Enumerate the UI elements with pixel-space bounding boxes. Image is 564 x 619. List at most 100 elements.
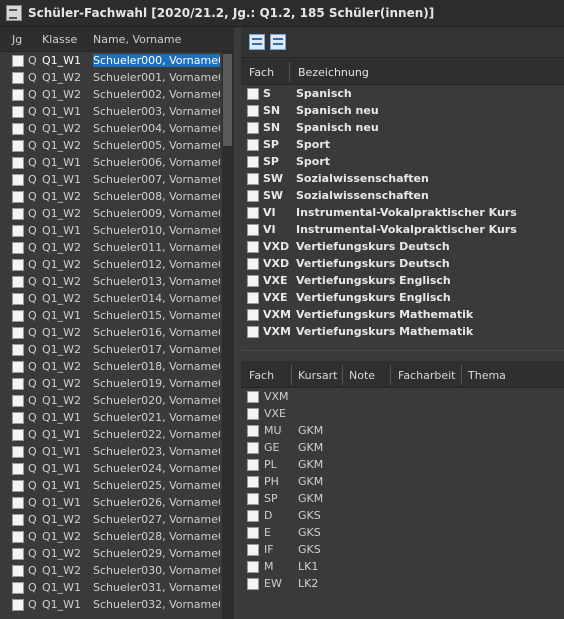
subject-checkbox[interactable] — [247, 207, 259, 219]
course-row[interactable]: MU GKM — [241, 422, 564, 439]
student-checkbox[interactable] — [12, 140, 24, 152]
course-checkbox[interactable] — [247, 544, 259, 556]
student-checkbox[interactable] — [12, 344, 24, 356]
student-row[interactable]: Q Q1_W2 Schueler004, Vorname004 — [0, 120, 233, 137]
student-row[interactable]: Q Q1_W2 Schueler028, Vorname028 — [0, 528, 233, 545]
subject-checkbox[interactable] — [247, 258, 259, 270]
student-checkbox[interactable] — [12, 208, 24, 220]
subject-row[interactable]: VXM Vertiefungskurs Mathematik — [241, 323, 564, 340]
student-checkbox[interactable] — [12, 463, 24, 475]
subject-checkbox[interactable] — [247, 88, 259, 100]
student-checkbox[interactable] — [12, 548, 24, 560]
subject-row[interactable]: VXE Vertiefungskurs Englisch — [241, 272, 564, 289]
subject-row[interactable]: VXD Vertiefungskurs Deutsch — [241, 238, 564, 255]
course-checkbox[interactable] — [247, 561, 259, 573]
student-checkbox[interactable] — [12, 327, 24, 339]
student-checkbox[interactable] — [12, 565, 24, 577]
student-row[interactable]: Q Q1_W2 Schueler027, Vorname027 — [0, 511, 233, 528]
subject-checkbox[interactable] — [247, 173, 259, 185]
student-row[interactable]: Q Q1_W1 Schueler003, Vorname003 — [0, 103, 233, 120]
grid-view-icon[interactable] — [249, 34, 265, 50]
subject-row[interactable]: VXM Vertiefungskurs Mathematik — [241, 306, 564, 323]
list-view-icon[interactable] — [270, 34, 286, 50]
course-checkbox[interactable] — [247, 442, 259, 454]
course-checkbox[interactable] — [247, 408, 259, 420]
subject-row[interactable]: S Spanisch — [241, 85, 564, 102]
course-checkbox[interactable] — [247, 493, 259, 505]
student-row[interactable]: Q Q1_W2 Schueler012, Vorname012 — [0, 256, 233, 273]
student-row[interactable]: Q Q1_W2 Schueler001, Vorname001 — [0, 69, 233, 86]
course-row[interactable]: D GKS — [241, 507, 564, 524]
subject-row[interactable]: VI Instrumental-Vokalpraktischer Kurs — [241, 204, 564, 221]
subject-row[interactable]: SN Spanisch neu — [241, 102, 564, 119]
student-row[interactable]: Q Q1_W1 Schueler024, Vorname024 — [0, 460, 233, 477]
subject-row[interactable]: SP Sport — [241, 136, 564, 153]
student-checkbox[interactable] — [12, 497, 24, 509]
student-row[interactable]: Q Q1_W1 Schueler021, Vorname021 — [0, 409, 233, 426]
column-header-thema[interactable]: Thema — [468, 369, 506, 382]
course-row[interactable]: PL GKM — [241, 456, 564, 473]
student-row[interactable]: Q Q1_W1 Schueler031, Vorname031 — [0, 579, 233, 596]
student-checkbox[interactable] — [12, 429, 24, 441]
student-checkbox[interactable] — [12, 361, 24, 373]
column-header-facharbeit[interactable]: Facharbeit — [398, 369, 455, 382]
subject-row[interactable]: SN Spanisch neu — [241, 119, 564, 136]
student-row[interactable]: Q Q1_W2 Schueler020, Vorname020 — [0, 392, 233, 409]
student-checkbox[interactable] — [12, 514, 24, 526]
student-row[interactable]: Q Q1_W2 Schueler013, Vorname013 — [0, 273, 233, 290]
column-header-bezeichnung[interactable]: Bezeichnung — [298, 66, 369, 79]
student-row[interactable]: Q Q1_W1 Schueler032, Vorname032 — [0, 596, 233, 613]
course-checkbox[interactable] — [247, 459, 259, 471]
subject-row[interactable]: VI Instrumental-Vokalpraktischer Kurs — [241, 221, 564, 238]
student-row[interactable]: Q Q1_W2 Schueler014, Vorname014 — [0, 290, 233, 307]
subject-row[interactable]: SW Sozialwissenschaften — [241, 170, 564, 187]
column-header-kursart[interactable]: Kursart — [298, 369, 337, 382]
column-header-jg[interactable]: Jg — [12, 33, 22, 46]
course-row[interactable]: VXM — [241, 388, 564, 405]
column-header-name[interactable]: Name, Vorname — [93, 33, 181, 46]
student-row[interactable]: Q Q1_W1 Schueler023, Vorname023 — [0, 443, 233, 460]
course-row[interactable]: VXE — [241, 405, 564, 422]
subject-checkbox[interactable] — [247, 275, 259, 287]
student-checkbox[interactable] — [12, 157, 24, 169]
subject-checkbox[interactable] — [247, 105, 259, 117]
student-checkbox[interactable] — [12, 106, 24, 118]
subject-checkbox[interactable] — [247, 309, 259, 321]
student-row[interactable]: Q Q1_W1 Schueler006, Vorname006 — [0, 154, 233, 171]
course-row[interactable]: M LK1 — [241, 558, 564, 575]
student-row[interactable]: Q Q1_W2 Schueler009, Vorname009 — [0, 205, 233, 222]
student-checkbox[interactable] — [12, 531, 24, 543]
subject-checkbox[interactable] — [247, 326, 259, 338]
student-list-scrollbar[interactable] — [222, 52, 233, 619]
course-row[interactable]: PH GKM — [241, 473, 564, 490]
student-checkbox[interactable] — [12, 599, 24, 611]
student-row[interactable]: Q Q1_W1 Schueler000, Vorname000 — [0, 52, 233, 69]
course-checkbox[interactable] — [247, 510, 259, 522]
student-row[interactable]: Q Q1_W2 Schueler017, Vorname017 — [0, 341, 233, 358]
subject-row[interactable]: VXD Vertiefungskurs Deutsch — [241, 255, 564, 272]
student-row[interactable]: Q Q1_W2 Schueler005, Vorname005 — [0, 137, 233, 154]
student-checkbox[interactable] — [12, 225, 24, 237]
student-row[interactable]: Q Q1_W2 Schueler019, Vorname019 — [0, 375, 233, 392]
student-row[interactable]: Q Q1_W1 Schueler025, Vorname025 — [0, 477, 233, 494]
student-checkbox[interactable] — [12, 412, 24, 424]
subject-checkbox[interactable] — [247, 156, 259, 168]
student-checkbox[interactable] — [12, 276, 24, 288]
student-row[interactable]: Q Q1_W2 Schueler018, Vorname018 — [0, 358, 233, 375]
column-header-fach[interactable]: Fach — [249, 369, 274, 382]
student-checkbox[interactable] — [12, 378, 24, 390]
course-row[interactable]: E GKS — [241, 524, 564, 541]
student-checkbox[interactable] — [12, 582, 24, 594]
student-checkbox[interactable] — [12, 123, 24, 135]
course-checkbox[interactable] — [247, 578, 259, 590]
student-checkbox[interactable] — [12, 191, 24, 203]
student-checkbox[interactable] — [12, 446, 24, 458]
student-checkbox[interactable] — [12, 55, 24, 67]
student-row[interactable]: Q Q1_W2 Schueler008, Vorname008 — [0, 188, 233, 205]
subject-checkbox[interactable] — [247, 139, 259, 151]
student-row[interactable]: Q Q1_W1 Schueler010, Vorname010 — [0, 222, 233, 239]
student-checkbox[interactable] — [12, 480, 24, 492]
student-row[interactable]: Q Q1_W1 Schueler015, Vorname015 — [0, 307, 233, 324]
column-header-fach[interactable]: Fach — [249, 66, 274, 79]
subject-row[interactable]: SW Sozialwissenschaften — [241, 187, 564, 204]
